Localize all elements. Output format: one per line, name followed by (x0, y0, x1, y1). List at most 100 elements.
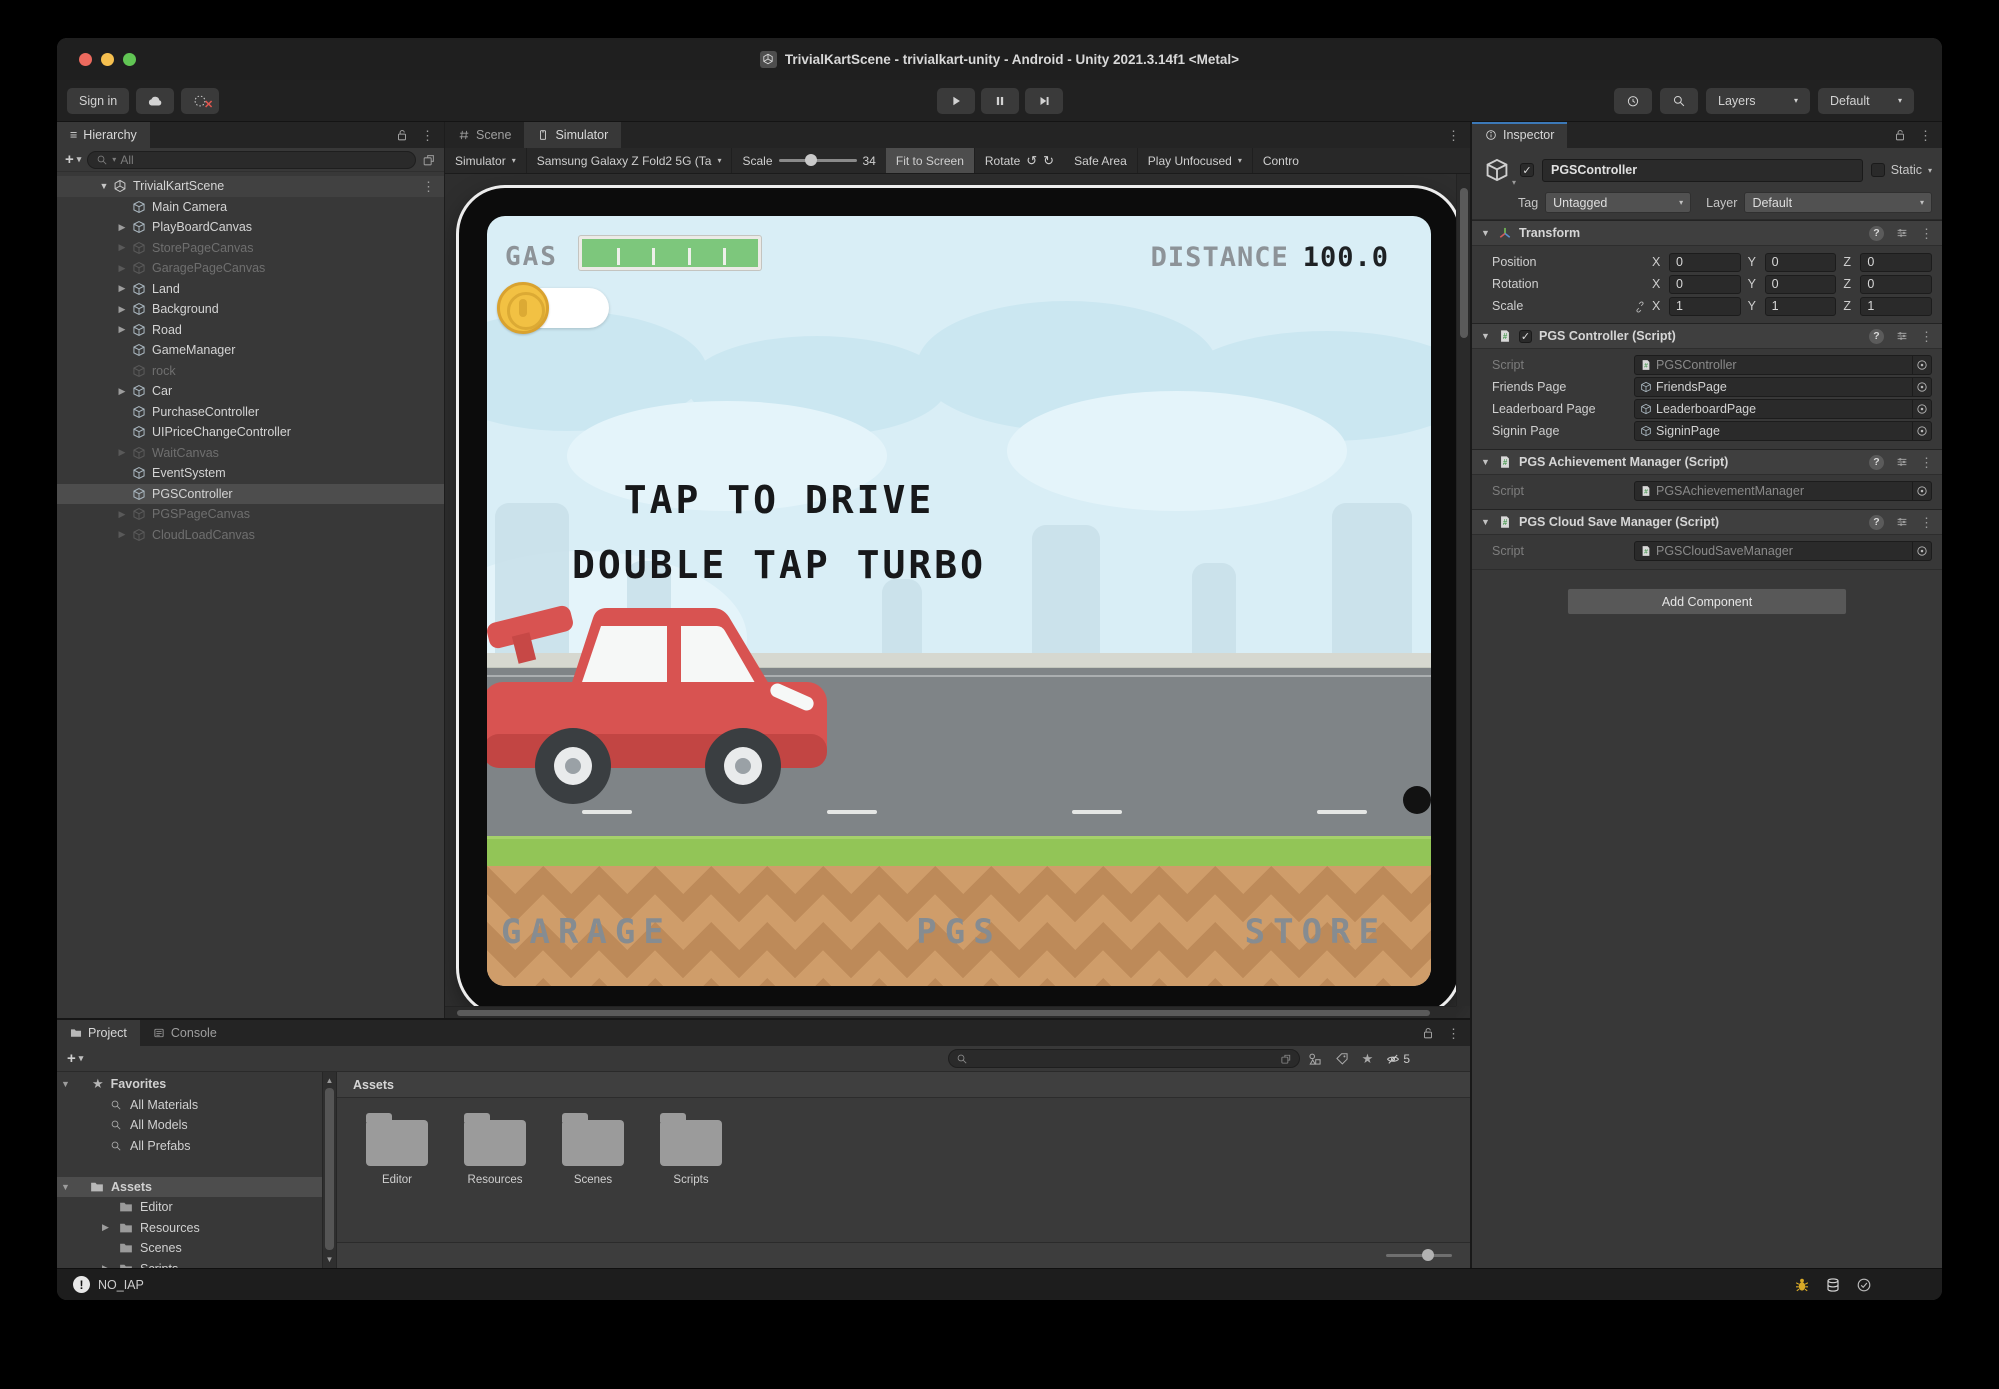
foldout-closed-icon[interactable]: ▶ (115, 263, 129, 274)
lock-icon[interactable] (1421, 1026, 1435, 1040)
hierarchy-scene-row[interactable]: ▼ TrivialKartScene ⋮ (57, 176, 444, 197)
asset-zoom-slider[interactable] (1386, 1254, 1452, 1257)
scroll-down-icon[interactable]: ▼ (323, 1255, 336, 1264)
layers-dropdown[interactable]: Layers▾ (1706, 88, 1810, 114)
controls-dropdown[interactable]: Contro (1253, 148, 1309, 173)
project-folder-row[interactable]: ▶Resources (57, 1218, 322, 1239)
object-reference-field[interactable]: FriendsPage (1634, 377, 1932, 397)
help-icon[interactable]: ? (1869, 455, 1884, 470)
minimize-window-button[interactable] (101, 53, 114, 66)
hierarchy-item[interactable]: ▶PlayBoardCanvas (57, 217, 444, 238)
presets-icon[interactable] (1895, 515, 1909, 529)
hierarchy-item[interactable]: ▶StorePageCanvas (57, 238, 444, 259)
pause-button[interactable] (981, 88, 1019, 114)
close-window-button[interactable] (79, 53, 92, 66)
asset-folder-tile[interactable]: Editor (355, 1112, 439, 1186)
scroll-up-icon[interactable]: ▲ (323, 1076, 336, 1085)
active-checkbox[interactable]: ✓ (1520, 163, 1534, 177)
foldout-closed-icon[interactable]: ▶ (115, 242, 129, 253)
link-scale-icon[interactable] (1634, 301, 1646, 313)
pick-window-icon[interactable] (1280, 1053, 1292, 1065)
favorites-item[interactable]: All Models (57, 1115, 322, 1136)
object-reference-field[interactable]: LeaderboardPage (1634, 399, 1932, 419)
layer-dropdown[interactable]: Default▾ (1744, 192, 1932, 213)
step-button[interactable] (1025, 88, 1063, 114)
asset-folder-tile[interactable]: Scripts (649, 1112, 733, 1186)
hierarchy-item-selected[interactable]: PGSController (57, 484, 444, 505)
component-header[interactable]: ▼ ✓ PGS Controller (Script) ? ⋮ (1472, 323, 1942, 349)
component-menu-icon[interactable]: ⋮ (1920, 227, 1933, 240)
scale-x-field[interactable]: 1 (1669, 297, 1741, 316)
play-button[interactable] (937, 88, 975, 114)
panel-menu-icon[interactable]: ⋮ (1447, 129, 1460, 142)
foldout-open-icon[interactable]: ▼ (97, 181, 111, 191)
help-icon[interactable]: ? (1869, 515, 1884, 530)
asset-folder-tile[interactable]: Scenes (551, 1112, 635, 1186)
favorites-row[interactable]: ▼ ★ Favorites (57, 1074, 322, 1095)
tab-console[interactable]: Console (140, 1020, 230, 1046)
foldout-open-icon[interactable]: ▼ (61, 1079, 70, 1089)
hierarchy-item[interactable]: ▶PGSPageCanvas (57, 504, 444, 525)
cloud-services-button[interactable] (136, 88, 174, 114)
object-picker-icon[interactable] (1912, 482, 1931, 500)
transform-header[interactable]: ▼ Transform ? ⋮ (1472, 220, 1942, 246)
foldout-closed-icon[interactable]: ▶ (115, 529, 129, 540)
rotation-x-field[interactable]: 0 (1669, 275, 1741, 294)
favorites-star-icon[interactable]: ★ (1362, 1051, 1374, 1067)
foldout-closed-icon[interactable]: ▶ (115, 283, 129, 294)
project-folder-row[interactable]: ▶Scripts (57, 1259, 322, 1269)
undo-history-button[interactable] (1614, 88, 1652, 114)
tab-project[interactable]: Project (57, 1020, 140, 1046)
component-menu-icon[interactable]: ⋮ (1920, 516, 1933, 529)
scale-slider[interactable] (779, 159, 857, 162)
object-picker-icon[interactable] (1912, 422, 1931, 440)
position-x-field[interactable]: 0 (1669, 253, 1741, 272)
scrollbar-thumb[interactable] (325, 1088, 334, 1250)
script-reference-field[interactable]: PGSCloudSaveManager (1634, 541, 1932, 561)
foldout-open-icon[interactable]: ▼ (1481, 228, 1491, 238)
hierarchy-search-input[interactable]: ▾ All (87, 151, 416, 169)
object-picker-icon[interactable] (1912, 400, 1931, 418)
hierarchy-item[interactable]: UIPriceChangeController (57, 422, 444, 443)
component-header[interactable]: ▼ PGS Cloud Save Manager (Script) ? ⋮ (1472, 509, 1942, 535)
position-z-field[interactable]: 0 (1860, 253, 1932, 272)
position-y-field[interactable]: 0 (1765, 253, 1837, 272)
lock-icon[interactable] (395, 128, 409, 142)
pick-window-icon[interactable] (422, 153, 436, 167)
cache-server-icon[interactable] (1825, 1277, 1841, 1293)
foldout-open-icon[interactable]: ▼ (61, 1182, 70, 1192)
panel-menu-icon[interactable]: ⋮ (1447, 1027, 1460, 1040)
zoom-window-button[interactable] (123, 53, 136, 66)
lock-icon[interactable] (1893, 128, 1907, 142)
object-reference-field[interactable]: SigninPage (1634, 421, 1932, 441)
favorites-item[interactable]: All Prefabs (57, 1136, 322, 1157)
search-everywhere-button[interactable] (1660, 88, 1698, 114)
scene-menu-icon[interactable]: ⋮ (422, 180, 435, 193)
component-enabled-checkbox[interactable]: ✓ (1519, 330, 1532, 343)
object-picker-icon[interactable] (1912, 378, 1931, 396)
scrollbar-thumb[interactable] (1460, 188, 1468, 338)
foldout-closed-icon[interactable]: ▶ (115, 222, 129, 233)
project-search-input[interactable] (948, 1049, 1300, 1068)
layout-dropdown[interactable]: Default▾ (1818, 88, 1914, 114)
script-reference-field[interactable]: PGSAchievementManager (1634, 481, 1932, 501)
hierarchy-item[interactable]: ▶WaitCanvas (57, 443, 444, 464)
rotation-z-field[interactable]: 0 (1860, 275, 1932, 294)
rotate-ccw-icon[interactable]: ↺ (1026, 153, 1037, 169)
foldout-closed-icon[interactable]: ▶ (115, 509, 129, 520)
panel-menu-icon[interactable]: ⋮ (421, 129, 434, 142)
foldout-open-icon[interactable]: ▼ (1481, 457, 1491, 467)
zoom-slider-knob[interactable] (1422, 1249, 1434, 1261)
rotate-cw-icon[interactable]: ↻ (1043, 153, 1054, 169)
panel-menu-icon[interactable]: ⋮ (1919, 129, 1932, 142)
hierarchy-item[interactable]: rock (57, 361, 444, 382)
foldout-closed-icon[interactable]: ▶ (115, 447, 129, 458)
hierarchy-item[interactable]: PurchaseController (57, 402, 444, 423)
object-picker-icon[interactable] (1912, 542, 1931, 560)
search-by-type-icon[interactable] (1308, 1052, 1322, 1066)
favorites-item[interactable]: All Materials (57, 1095, 322, 1116)
hierarchy-item[interactable]: ▶GaragePageCanvas (57, 258, 444, 279)
create-asset-button[interactable]: + ▾ (67, 1050, 83, 1067)
component-header[interactable]: ▼ PGS Achievement Manager (Script) ? ⋮ (1472, 449, 1942, 475)
gameobject-cube-icon[interactable]: ▾ (1482, 155, 1512, 185)
